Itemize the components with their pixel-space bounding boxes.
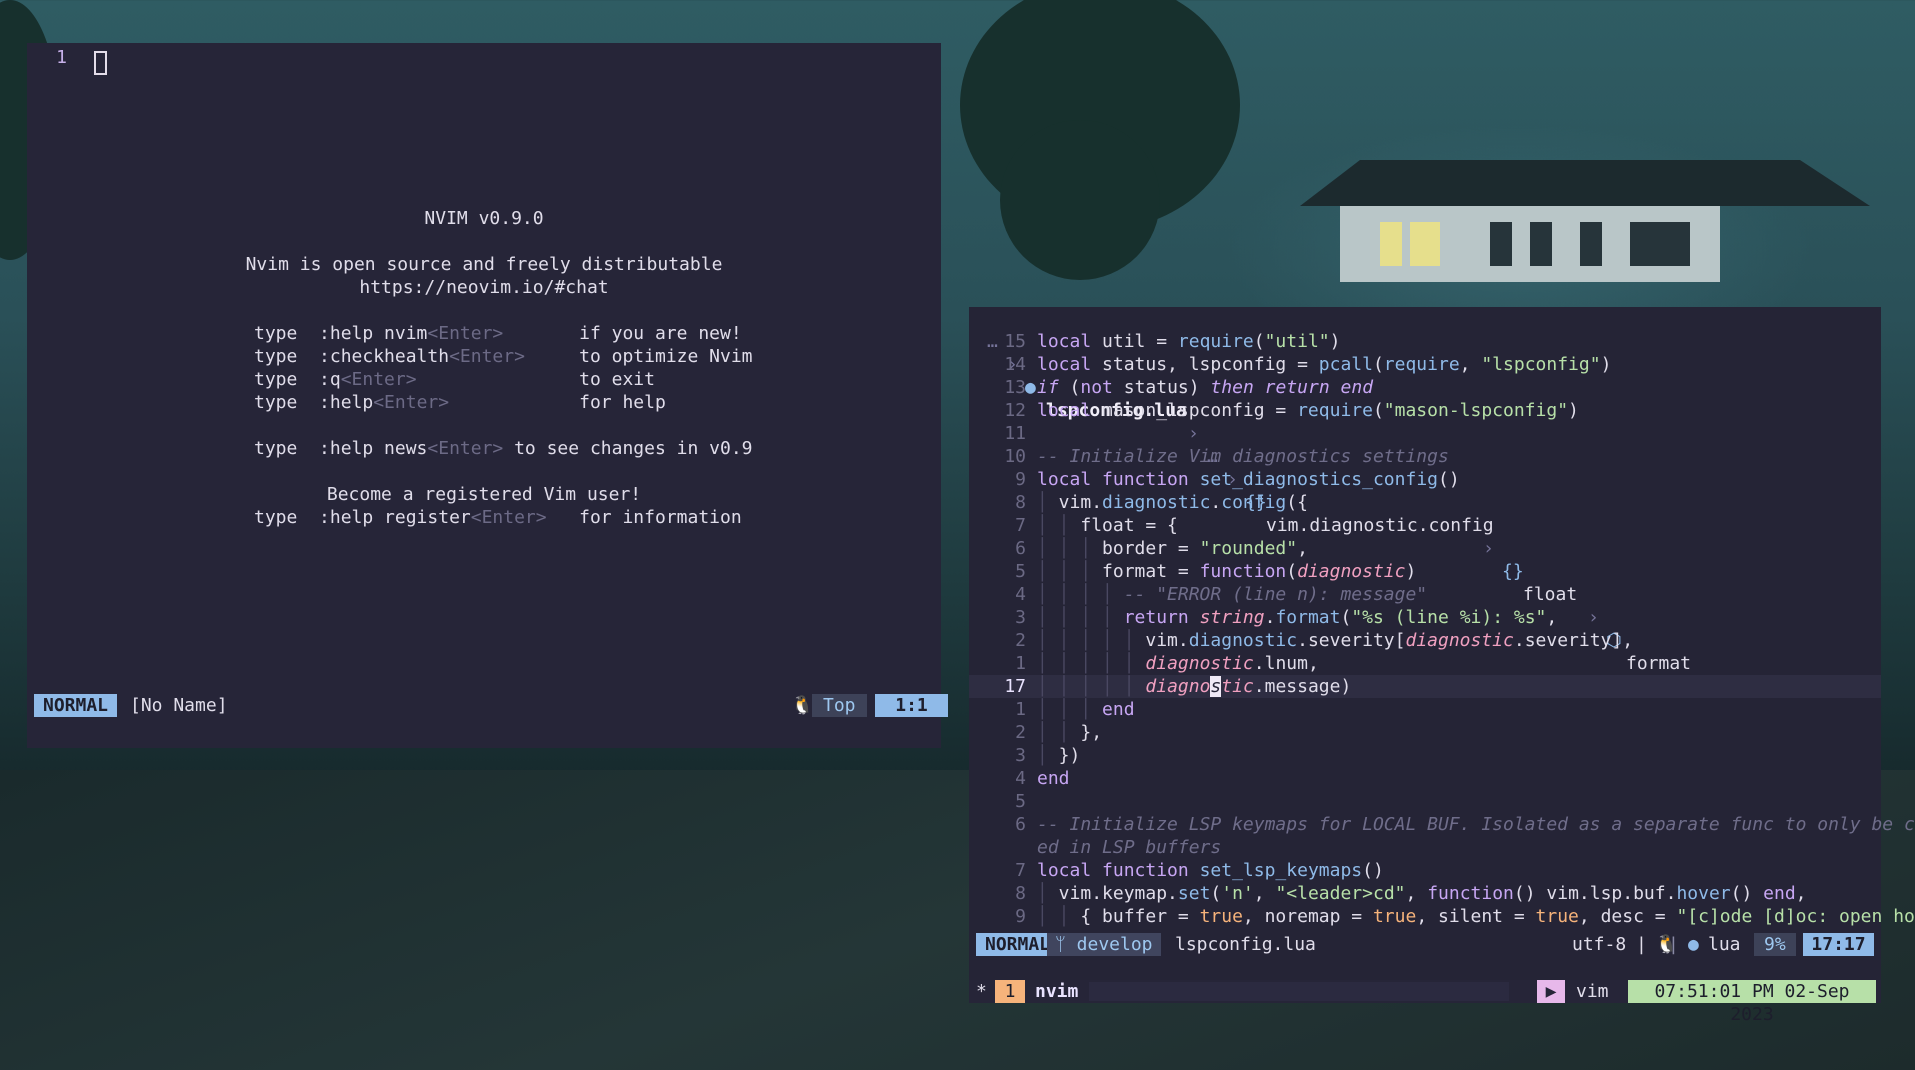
code-line: 2 │ │ }, <box>1015 722 1103 743</box>
buffer-name: [No Name] <box>130 695 228 716</box>
nvim-window-right[interactable]: … › ● lspconfig.lua › … › {} vim.diagnos… <box>969 307 1915 987</box>
code-line: 8 │ vim.keymap.set('n', "<leader>cd", fun… <box>1015 883 1807 904</box>
mode-badge: NORMAL <box>34 694 118 717</box>
tmux-window-index[interactable]: 1 <box>995 980 1025 1003</box>
git-branch-label: develop <box>1076 934 1153 955</box>
lua-file-icon: ● <box>1688 934 1699 955</box>
git-branch-icon: ᛘ <box>1055 934 1077 955</box>
status-separator: | <box>1668 934 1679 955</box>
line-number: 1 <box>56 47 67 68</box>
splash-command: type :checkhealth <box>254 346 450 367</box>
splash-line <box>27 230 941 253</box>
code-line: 6 │ │ │ border = "rounded", <box>1015 538 1308 559</box>
text-cursor <box>94 51 107 75</box>
splash-text: for information <box>546 507 742 528</box>
tmux-process: vim <box>1576 981 1609 1002</box>
splash-text: for help <box>449 392 666 413</box>
splash-key-hint: <Enter> <box>470 507 547 528</box>
code-line: 9 │ │ { buffer = true, noremap = true, si… <box>1015 906 1915 927</box>
code-line: 9 local function set_diagnostics_config() <box>1015 469 1460 490</box>
code-line: 1 │ │ │ end <box>1015 699 1135 720</box>
file-encoding: utf-8 <box>1572 934 1627 955</box>
cursor-position: 17:17 <box>1803 933 1874 956</box>
status-separator: | <box>1636 934 1647 955</box>
tmux-window-name[interactable]: nvim <box>1035 980 1078 1003</box>
linux-icon: 🐧 <box>791 695 814 716</box>
splash-command: type :q <box>254 369 341 390</box>
splash-text: to see changes in v0.9 <box>503 438 753 459</box>
scroll-position: Top <box>812 694 867 717</box>
code-line: ed in LSP buffers <box>1037 837 1222 858</box>
wallpaper-tree <box>960 0 1240 230</box>
code-line: 5 │ │ │ format = function(diagnostic) <box>1015 561 1417 582</box>
splash-command: type :help news <box>254 438 428 459</box>
splash-line: Become a registered Vim user! <box>27 483 941 506</box>
cursor-position: 1:1 <box>875 694 948 717</box>
splash-line <box>27 460 941 483</box>
splash-command: type :help register <box>254 507 471 528</box>
splash-line: type :help nvim<Enter> if you are new! <box>27 322 941 345</box>
splash-key-hint: <Enter> <box>427 438 504 459</box>
code-line: 5 <box>1015 791 1026 812</box>
splash-key-hint: <Enter> <box>373 392 450 413</box>
statusline: NORMAL [No Name] 🐧 Top 1:1 <box>34 694 948 717</box>
splash-line: type :help news<Enter> to see changes in… <box>27 437 941 460</box>
tmux-status-bar: * 1 nvim ▶ vim 07:51:01 PM 02-Sep 2023 <box>969 980 1881 1025</box>
splash-line: type :help<Enter> for help <box>27 391 941 414</box>
splash-line: type :q<Enter> to exit <box>27 368 941 391</box>
winbar-breadcrumb: … › ● lspconfig.lua › … › {} vim.diagnos… <box>969 307 1881 674</box>
code-line: 6 -- Initialize LSP keymaps for LOCAL BUF… <box>1015 814 1915 835</box>
code-line: 8 │ vim.diagnostic.config({ <box>1015 492 1308 513</box>
code-line: 1 │ │ │ │ │ diagnostic.lnum, <box>1015 653 1319 674</box>
splash-line: type :checkhealth<Enter> to optimize Nvi… <box>27 345 941 368</box>
nvim-window-left[interactable]: 1 NVIM v0.9.0 Nvim is open source and fre… <box>27 43 948 748</box>
splash-key-hint: <Enter> <box>427 323 504 344</box>
git-branch[interactable]: ᛘ develop <box>1047 933 1161 956</box>
splash-text: NVIM v0.9.0 <box>424 208 544 229</box>
code-line: 3 │ }) <box>1015 745 1081 766</box>
splash-command: type :help <box>254 392 374 413</box>
splash-text: to optimize Nvim <box>524 346 753 367</box>
code-line: 13 if (not status) then return end <box>1004 377 1374 398</box>
buffer-name: lspconfig.lua <box>1175 934 1316 955</box>
splash-key-hint: <Enter> <box>340 369 417 390</box>
tmux-clock: 07:51:01 PM 02-Sep 2023 <box>1628 980 1876 1025</box>
splash-line: https://neovim.io/#chat <box>27 276 941 299</box>
scroll-percent: 9% <box>1754 933 1796 956</box>
code-line: 11 <box>1004 423 1026 444</box>
code-line: 15 local util = require("util") <box>1004 331 1341 352</box>
splash-text: to exit <box>416 369 655 390</box>
code-editor[interactable]: 15 local util = require("util") 14 local s… <box>969 330 1915 928</box>
code-line: 4 end <box>1015 768 1070 789</box>
statusline: NORMAL ᛘ develop lspconfig.lua utf-8 | 🐧… <box>976 933 1874 956</box>
code-line: 7 local function set_lsp_keymaps() <box>1015 860 1384 881</box>
splash-text: Become a registered Vim user! <box>326 484 642 505</box>
intro-splash: NVIM v0.9.0 Nvim is open source and freel… <box>27 207 941 529</box>
wallpaper-house <box>1300 160 1870 282</box>
splash-text: if you are new! <box>503 323 742 344</box>
code-line: 3 │ │ │ │ return string.format("%s (line … <box>1015 607 1558 628</box>
tmux-session-marker: * <box>976 981 987 1002</box>
code-line: 4 │ │ │ │ -- "ERROR (line n): message" <box>1015 584 1428 605</box>
tmux-bar-spacer <box>1089 982 1509 1001</box>
splash-command: type :help nvim <box>254 323 428 344</box>
splash-line: Nvim is open source and freely distribut… <box>27 253 941 276</box>
code-line: 7 │ │ float = { <box>1015 515 1178 536</box>
splash-line: NVIM v0.9.0 <box>27 207 941 230</box>
code-line: 10 -- Initialize Vim diagnostics settings <box>1004 446 1449 467</box>
file-type: lua <box>1708 934 1741 955</box>
code-line: 2 │ │ │ │ │ vim.diagnostic.severity[diagn… <box>1015 630 1634 651</box>
splash-line <box>27 299 941 322</box>
splash-line: type :help register<Enter> for informati… <box>27 506 941 529</box>
splash-text: Nvim is open source and freely distribut… <box>245 254 723 275</box>
code-line: 14 local status, lspconfig = pcall(requir… <box>1004 354 1612 375</box>
wallpaper-tree <box>1000 120 1160 280</box>
code-line: 12 local mason_lspconfig = require("mason… <box>1004 400 1579 421</box>
splash-text: https://neovim.io/#chat <box>359 277 609 298</box>
splash-key-hint: <Enter> <box>449 346 525 367</box>
splash-line <box>27 414 941 437</box>
terminal-icon: ▶ <box>1537 980 1565 1003</box>
code-line-current: 17 │ │ │ │ │ diagnostic.message) <box>969 675 1881 698</box>
